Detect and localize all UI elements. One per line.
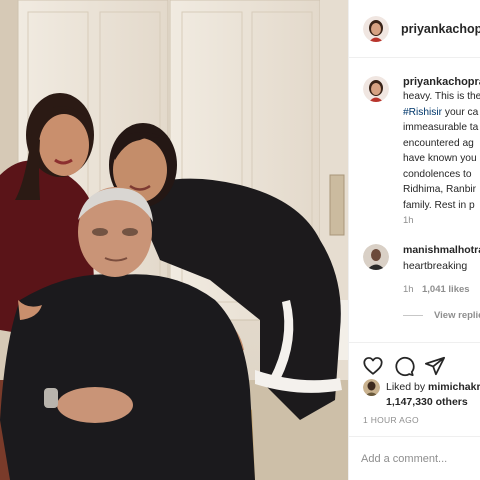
caption-hashtag[interactable]: #Rishisir: [403, 107, 442, 118]
heart-icon[interactable]: [362, 355, 384, 377]
view-replies-link[interactable]: View replie: [434, 310, 480, 321]
post-photo[interactable]: [0, 0, 348, 480]
comment-likes[interactable]: 1,041 likes: [422, 284, 470, 295]
liked-by-text: Liked by mimichakr: [386, 381, 480, 393]
post-image: [0, 0, 348, 480]
caption-line-3: immeasurable ta: [403, 122, 479, 133]
caption-author-avatar[interactable]: [363, 76, 389, 102]
share-icon[interactable]: [424, 355, 446, 377]
comment-text: heartbreaking: [403, 260, 468, 272]
caption-line-1: heavy. This is the: [403, 91, 480, 102]
author-username[interactable]: priyankachopra: [401, 22, 480, 36]
add-comment-input[interactable]: [361, 449, 477, 469]
caption-age: 1h: [403, 215, 414, 226]
caption-line-2: #Rishisir your ca: [403, 105, 478, 120]
caption-line-4: encountered ag: [403, 137, 474, 149]
comment-age: 1h: [403, 284, 414, 295]
author-avatar[interactable]: [363, 16, 389, 42]
commenter-avatar[interactable]: [363, 244, 389, 270]
like-count[interactable]: 1,147,330 others: [386, 396, 468, 408]
caption-line-5: have known you: [403, 153, 477, 164]
caption-line-6: condolences to: [403, 168, 472, 180]
replies-divider: [403, 315, 423, 316]
liker-avatar[interactable]: [363, 379, 380, 396]
add-comment-bar: [349, 436, 480, 480]
caption-line-7: Ridhima, Ranbir: [403, 184, 477, 195]
caption-line-8: family. Rest in p: [403, 199, 475, 211]
post-header: priyankachopra: [349, 0, 480, 58]
post-timestamp[interactable]: 1 HOUR AGO: [363, 415, 419, 425]
caption-author-username[interactable]: priyankachopra: [403, 76, 480, 88]
liked-by-user[interactable]: mimichakr: [428, 381, 480, 393]
comment-icon[interactable]: [393, 355, 415, 377]
caption-line-2-text: your ca: [444, 106, 479, 118]
liked-by-prefix: Liked by: [386, 381, 426, 393]
commenter-username[interactable]: manishmalhotra: [403, 244, 480, 256]
post-sidebar: priyankachopra priyankachopra heavy. Thi…: [348, 0, 480, 480]
